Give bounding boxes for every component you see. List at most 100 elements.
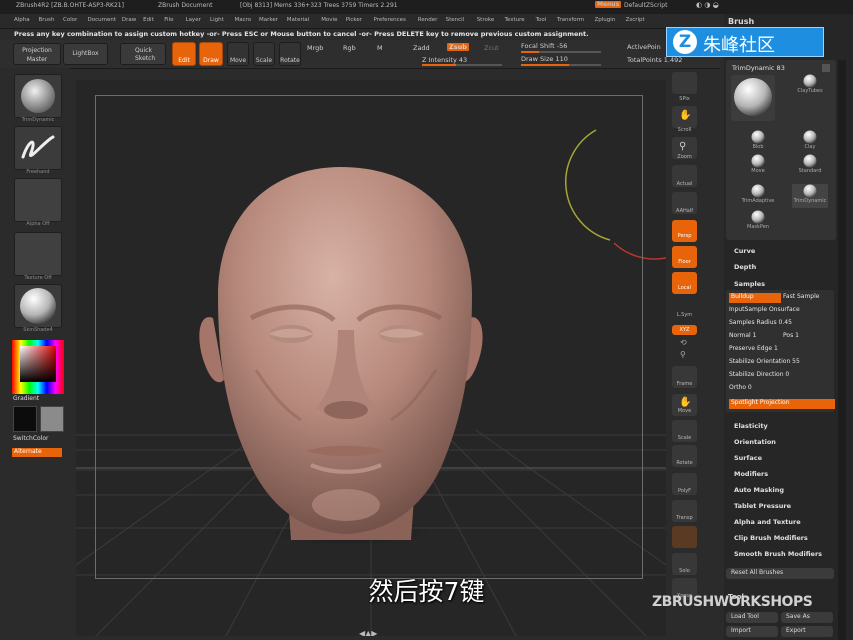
draw-mode-button[interactable]: Draw	[199, 42, 223, 66]
main-color-swatch[interactable]	[13, 406, 37, 432]
menu-item[interactable]: File	[164, 17, 173, 23]
menu-item[interactable]: Document	[88, 17, 117, 23]
menus-toggle[interactable]: Menus	[595, 1, 622, 8]
input-sample-toggle[interactable]: InputSample Onsurface	[729, 306, 800, 316]
gradient-label[interactable]: Gradient	[13, 395, 39, 402]
spotlight-projection-toggle[interactable]: Spotlight Projection	[729, 399, 835, 409]
local-button[interactable]: Local	[672, 272, 697, 294]
stroke-selector[interactable]	[14, 126, 62, 170]
menu-item[interactable]: Material	[287, 17, 309, 23]
secondary-color-swatch[interactable]	[40, 406, 64, 432]
xyz-button[interactable]: XYZ	[672, 325, 697, 335]
brush-thumb[interactable]: Blob	[740, 130, 776, 154]
menu-item[interactable]: Layer	[186, 17, 201, 23]
brush-subpalette-section[interactable]: Auto Masking	[734, 486, 784, 494]
lightbox-button[interactable]: LightBox	[63, 43, 108, 65]
ortho-slider[interactable]: Ortho 0	[729, 384, 752, 394]
load-tool-button[interactable]: Load Tool	[726, 612, 778, 623]
menu-item[interactable]: Transform	[557, 17, 584, 23]
menu-item[interactable]: Stroke	[477, 17, 495, 23]
brush-thumb[interactable]: Clay	[792, 130, 828, 154]
preserve-edge-slider[interactable]: Preserve Edge 1	[729, 345, 778, 355]
floor-button[interactable]: Floor	[672, 246, 697, 268]
z-intensity-slider[interactable]	[422, 64, 502, 66]
brush-subpalette-section[interactable]: Orientation	[734, 438, 776, 446]
color-square[interactable]	[20, 346, 56, 382]
brush-subpalette-section[interactable]: Alpha and Texture	[734, 518, 801, 526]
menu-item[interactable]: Tool	[536, 17, 547, 23]
brush-subpalette-section[interactable]: Clip Brush Modifiers	[734, 534, 808, 542]
move-mode-button[interactable]: Move	[227, 42, 249, 66]
menu-item[interactable]: Alpha	[14, 17, 30, 23]
samples-section[interactable]: Samples	[734, 280, 765, 288]
normal-slider[interactable]: Normal 1	[729, 332, 756, 342]
ghost-button[interactable]	[672, 526, 697, 548]
switch-color-button[interactable]: SwitchColor	[13, 435, 49, 442]
export-button[interactable]: Export	[781, 626, 833, 637]
zcut-toggle[interactable]: Zcut	[484, 44, 499, 52]
brush-selector[interactable]	[14, 74, 62, 118]
rotate-mode-button[interactable]: Rotate	[279, 42, 301, 66]
alpha-selector[interactable]	[14, 178, 62, 222]
stabilize-orientation-slider[interactable]: Stabilize Orientation 55	[729, 358, 800, 368]
window-controls[interactable]: ◐ ◑ ◒	[696, 1, 719, 9]
menu-item[interactable]: Render	[418, 17, 438, 23]
menu-item[interactable]: Macro	[235, 17, 252, 23]
draw-size-slider[interactable]	[521, 64, 601, 66]
m-toggle[interactable]: M	[377, 44, 383, 52]
material-selector[interactable]	[14, 284, 62, 328]
curve-section[interactable]: Curve	[734, 247, 755, 255]
lsym-label[interactable]: L.Sym	[668, 312, 701, 318]
brush-subpalette-section[interactable]: Surface	[734, 454, 762, 462]
brush-subpalette-section[interactable]: Modifiers	[734, 470, 768, 478]
palette-scrollbar[interactable]	[838, 60, 846, 640]
menu-item[interactable]: Light	[210, 17, 224, 23]
pos-slider[interactable]: Pos 1	[783, 332, 799, 342]
brush-thumb[interactable]: ClayTubes	[792, 74, 828, 98]
buildup-toggle[interactable]: Buildup	[729, 293, 781, 303]
brush-subpalette-section[interactable]: Tablet Pressure	[734, 502, 791, 510]
persp-button[interactable]: Persp	[672, 220, 697, 242]
spix-button[interactable]	[672, 72, 697, 94]
color-picker[interactable]	[12, 340, 64, 394]
menu-item[interactable]: Marker	[259, 17, 278, 23]
default-zscript-button[interactable]: DefaultZScript	[624, 2, 667, 9]
menu-item[interactable]: Stencil	[446, 17, 465, 23]
menu-item[interactable]: Zscript	[626, 17, 645, 23]
projection-master-button[interactable]: Projection Master	[13, 43, 61, 65]
fast-sample-toggle[interactable]: Fast Sample	[783, 293, 819, 303]
import-button[interactable]: Import	[726, 626, 778, 637]
menu-item[interactable]: Texture	[505, 17, 525, 23]
brush-thumb[interactable]: MaskPen	[740, 210, 776, 234]
edit-mode-button[interactable]: Edit	[172, 42, 196, 66]
texture-selector[interactable]	[14, 232, 62, 276]
menu-item[interactable]: Brush	[39, 17, 55, 23]
zadd-toggle[interactable]: Zadd	[413, 44, 430, 52]
samples-radius-slider[interactable]: Samples Radius 0.45	[729, 319, 792, 329]
brush-palette-r-button[interactable]	[822, 64, 830, 72]
brush-thumb[interactable]: TrimDynamic	[792, 184, 828, 208]
current-brush-thumb[interactable]	[731, 75, 775, 121]
alternate-button[interactable]: Alternate	[12, 448, 62, 457]
brush-subpalette-section[interactable]: Smooth Brush Modifiers	[734, 550, 822, 558]
depth-section[interactable]: Depth	[734, 263, 756, 271]
menu-item[interactable]: Draw	[122, 17, 136, 23]
rgb-toggle[interactable]: Rgb	[343, 44, 356, 52]
brush-thumb[interactable]: Standard	[792, 154, 828, 178]
brush-palette-title[interactable]: Brush	[728, 17, 754, 26]
menu-item[interactable]: Preferences	[374, 17, 406, 23]
scroll-button[interactable]: ✋	[672, 106, 697, 128]
menu-item[interactable]: Color	[63, 17, 77, 23]
menu-item[interactable]: Picker	[346, 17, 362, 23]
menu-item[interactable]: Edit	[143, 17, 154, 23]
menu-item[interactable]: Zplugin	[595, 17, 616, 23]
brush-subpalette-section[interactable]: Elasticity	[734, 422, 768, 430]
stabilize-direction-slider[interactable]: Stabilize Direction 0	[729, 371, 789, 381]
scale-mode-button[interactable]: Scale	[253, 42, 275, 66]
zsub-toggle[interactable]: Zsub	[447, 43, 469, 51]
save-as-button[interactable]: Save As	[781, 612, 833, 623]
quick-sketch-button[interactable]: Quick Sketch	[120, 43, 166, 65]
brush-thumb[interactable]: TrimAdaptive	[740, 184, 776, 208]
menu-item[interactable]: Movie	[321, 17, 337, 23]
rotate-axis-icons[interactable]: ⟲ ⚲	[672, 338, 697, 364]
